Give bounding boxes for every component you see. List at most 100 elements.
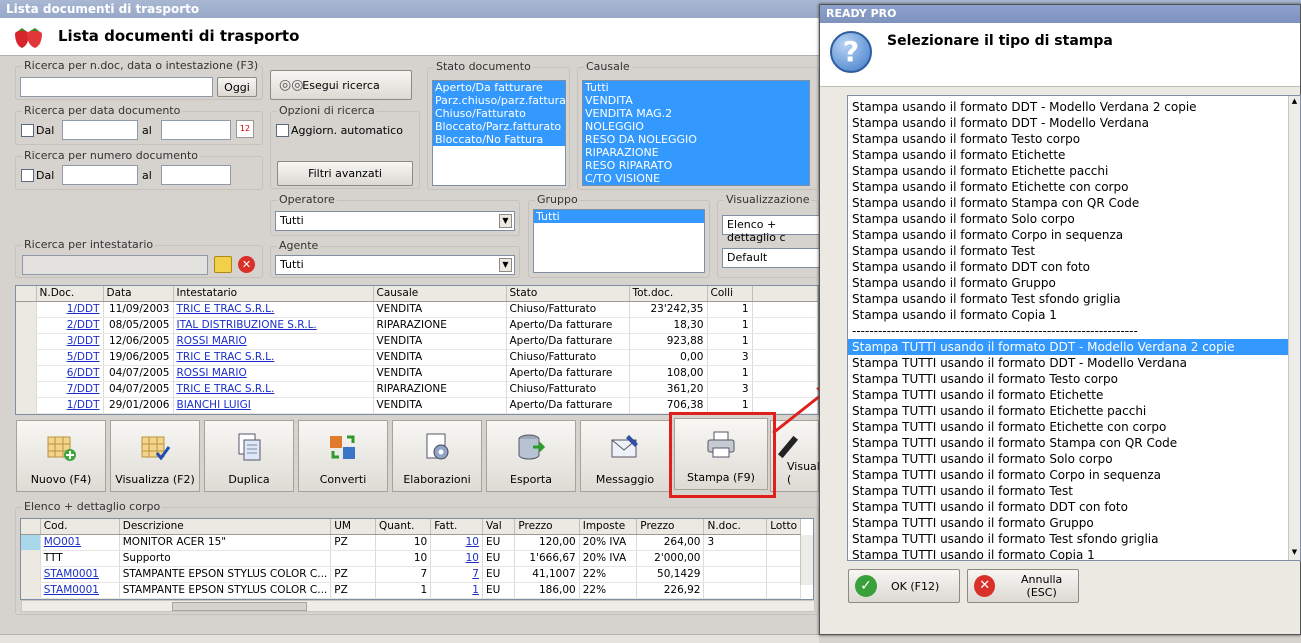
stato-item[interactable]: Aperto/Da fatturare: [433, 81, 565, 94]
col-header[interactable]: Causale: [373, 286, 507, 302]
detail-col-header[interactable]: Lotto: [766, 519, 801, 535]
col-header[interactable]: N.Doc.: [36, 286, 104, 302]
print-format-item[interactable]: Stampa usando il formato Test sfondo gri…: [848, 291, 1300, 307]
print-format-item[interactable]: Stampa TUTTI usando il formato Etichette…: [848, 403, 1300, 419]
elaborazioni-button[interactable]: Elaborazioni: [392, 420, 482, 492]
messaggio-button[interactable]: Messaggio: [580, 420, 670, 492]
scrollbar-thumb[interactable]: [172, 602, 307, 611]
detail-col-header[interactable]: Descrizione: [119, 519, 332, 535]
print-format-item[interactable]: Stampa TUTTI usando il formato Corpo in …: [848, 467, 1300, 483]
row-indicator[interactable]: [16, 349, 37, 366]
row-indicator[interactable]: [21, 550, 41, 567]
causale-item[interactable]: VENDITA: [583, 94, 809, 107]
documents-table[interactable]: N.Doc. Data Intestatario Causale Stato T…: [15, 285, 819, 415]
detail-table[interactable]: Cod. Descrizione UM Quant. Fatt. Val Pre…: [20, 518, 814, 600]
print-format-item[interactable]: Stampa usando il formato Stampa con QR C…: [848, 195, 1300, 211]
causale-item[interactable]: RESO RIPARATO: [583, 159, 809, 172]
print-format-item[interactable]: Stampa TUTTI usando il formato Testo cor…: [848, 371, 1300, 387]
detail-vertical-scrollbar[interactable]: [800, 535, 813, 585]
execute-search-button[interactable]: ◎◎ Esegui ricerca: [270, 70, 412, 100]
table-cell[interactable]: BIANCHI LUIGI: [173, 397, 374, 414]
print-format-item[interactable]: Stampa usando il formato Solo corpo: [848, 211, 1300, 227]
table-cell[interactable]: TRIC E TRAC S.R.L.: [173, 381, 374, 398]
print-format-item[interactable]: Stampa usando il formato Copia 1: [848, 307, 1300, 323]
dialog-vertical-scrollbar[interactable]: ▲ ▼: [1288, 96, 1300, 560]
table-cell[interactable]: 2/DDT: [36, 317, 104, 334]
chevron-down-icon[interactable]: ▼: [499, 258, 512, 272]
stato-listbox[interactable]: Aperto/Da fatturare Parz.chiuso/parz.fat…: [432, 80, 566, 186]
ok-button[interactable]: ✓ OK (F12): [848, 569, 960, 603]
layout-select[interactable]: Default: [722, 248, 822, 268]
table-row[interactable]: 1/DDT 11/09/2003 TRIC E TRAC S.R.L. VENDITA…: [16, 301, 818, 318]
col-header[interactable]: Tot.doc.: [629, 286, 708, 302]
table-row[interactable]: 3/DDT 12/06/2005 ROSSI MARIO VENDITA Aperto/…: [16, 333, 818, 350]
stato-item[interactable]: Chiuso/Fatturato: [433, 107, 565, 120]
causale-item[interactable]: Tutti: [583, 81, 809, 94]
detail-col-header[interactable]: Prezzo: [514, 519, 580, 535]
table-cell[interactable]: 3/DDT: [36, 333, 104, 350]
causale-item[interactable]: RESO DA NOLEGGIO: [583, 133, 809, 146]
table-cell[interactable]: 6/DDT: [36, 365, 104, 382]
causale-item[interactable]: C/TO VISIONE: [583, 172, 809, 185]
row-indicator[interactable]: [16, 381, 37, 398]
print-format-item[interactable]: Stampa usando il formato DDT - Modello V…: [848, 115, 1300, 131]
detail-cell[interactable]: STAM0001: [40, 582, 120, 599]
detail-col-header[interactable]: N.doc.: [703, 519, 768, 535]
detail-col-header[interactable]: Quant.: [375, 519, 432, 535]
table-row[interactable]: 1/DDT 29/01/2006 BIANCHI LUIGI VENDITA Apert…: [16, 397, 818, 414]
causale-listbox[interactable]: Tutti VENDITA VENDITA MAG.2 NOLEGGIO RES…: [582, 80, 810, 186]
number-from-input[interactable]: [62, 165, 138, 185]
print-format-item[interactable]: Stampa usando il formato DDT con foto: [848, 259, 1300, 275]
row-indicator[interactable]: [16, 365, 37, 382]
detail-row[interactable]: TTT Supporto 10 10 EU 1'666,67 20% IVA 2'000,00: [21, 550, 801, 567]
gruppo-listbox[interactable]: Tutti: [533, 209, 705, 273]
detail-col-header[interactable]: Imposte: [579, 519, 638, 535]
detail-cell[interactable]: 1: [430, 582, 483, 599]
col-header[interactable]: Colli: [707, 286, 753, 302]
print-format-list[interactable]: Stampa usando il formato DDT - Modello V…: [847, 95, 1301, 561]
row-indicator[interactable]: [21, 534, 41, 551]
gruppo-item[interactable]: Tutti: [534, 210, 704, 223]
row-indicator[interactable]: [16, 317, 37, 334]
print-format-item[interactable]: Stampa TUTTI usando il formato Solo corp…: [848, 451, 1300, 467]
detail-col-header[interactable]: Cod.: [40, 519, 120, 535]
date-to-input[interactable]: [161, 120, 231, 140]
print-format-item[interactable]: Stampa usando il formato Etichette: [848, 147, 1300, 163]
date-from-checkbox[interactable]: [21, 124, 34, 137]
agente-select[interactable]: Tutti ▼: [275, 255, 515, 275]
print-format-item[interactable]: Stampa usando il formato DDT - Modello V…: [848, 99, 1300, 115]
number-to-input[interactable]: [161, 165, 231, 185]
detail-cell[interactable]: 7: [430, 566, 483, 583]
print-format-item[interactable]: Stampa TUTTI usando il formato Test sfon…: [848, 531, 1300, 547]
detail-cell[interactable]: STAM0001: [40, 566, 120, 583]
detail-row[interactable]: MO001 MONITOR ACER 15" PZ 10 10 EU 120,00 20% I…: [21, 534, 801, 551]
row-indicator[interactable]: [16, 333, 37, 350]
detail-col-header[interactable]: Prezzo: [636, 519, 705, 535]
row-indicator[interactable]: [16, 397, 37, 414]
print-format-item[interactable]: Stampa usando il formato Etichette pacch…: [848, 163, 1300, 179]
stato-item[interactable]: Parz.chiuso/parz.fatturato: [433, 94, 565, 107]
causale-item[interactable]: VENDITA MAG.2: [583, 107, 809, 120]
auto-update-checkbox[interactable]: [276, 124, 289, 137]
row-indicator[interactable]: [21, 582, 41, 599]
print-format-item[interactable]: Stampa TUTTI usando il formato Stampa co…: [848, 435, 1300, 451]
causale-item[interactable]: NOLEGGIO: [583, 120, 809, 133]
chevron-down-icon[interactable]: ▼: [499, 214, 512, 228]
operatore-select[interactable]: Tutti ▼: [275, 211, 515, 231]
table-cell[interactable]: TRIC E TRAC S.R.L.: [173, 349, 374, 366]
table-cell[interactable]: 1/DDT: [36, 397, 104, 414]
table-cell[interactable]: ROSSI MARIO: [173, 333, 374, 350]
print-format-item[interactable]: Stampa usando il formato Gruppo: [848, 275, 1300, 291]
visualizza-button[interactable]: Visualizza (F2): [110, 420, 200, 492]
print-format-item[interactable]: Stampa usando il formato Etichette con c…: [848, 179, 1300, 195]
table-row[interactable]: 2/DDT 08/05/2005 ITAL DISTRIBUZIONE S.R.L.…: [16, 317, 818, 334]
row-indicator[interactable]: [21, 566, 41, 583]
advanced-filters-button[interactable]: Filtri avanzati: [277, 161, 413, 186]
table-row[interactable]: 6/DDT 04/07/2005 ROSSI MARIO VENDITA Aperto/…: [16, 365, 818, 382]
table-cell[interactable]: 7/DDT: [36, 381, 104, 398]
print-format-item[interactable]: Stampa TUTTI usando il formato Etichette…: [848, 419, 1300, 435]
print-format-item[interactable]: Stampa TUTTI usando il formato DDT con f…: [848, 499, 1300, 515]
print-format-item[interactable]: Stampa TUTTI usando il formato Copia 1: [848, 547, 1300, 560]
esporta-button[interactable]: Esporta: [486, 420, 576, 492]
detail-row[interactable]: STAM0001 STAMPANTE EPSON STYLUS COLOR C..…: [21, 582, 801, 599]
